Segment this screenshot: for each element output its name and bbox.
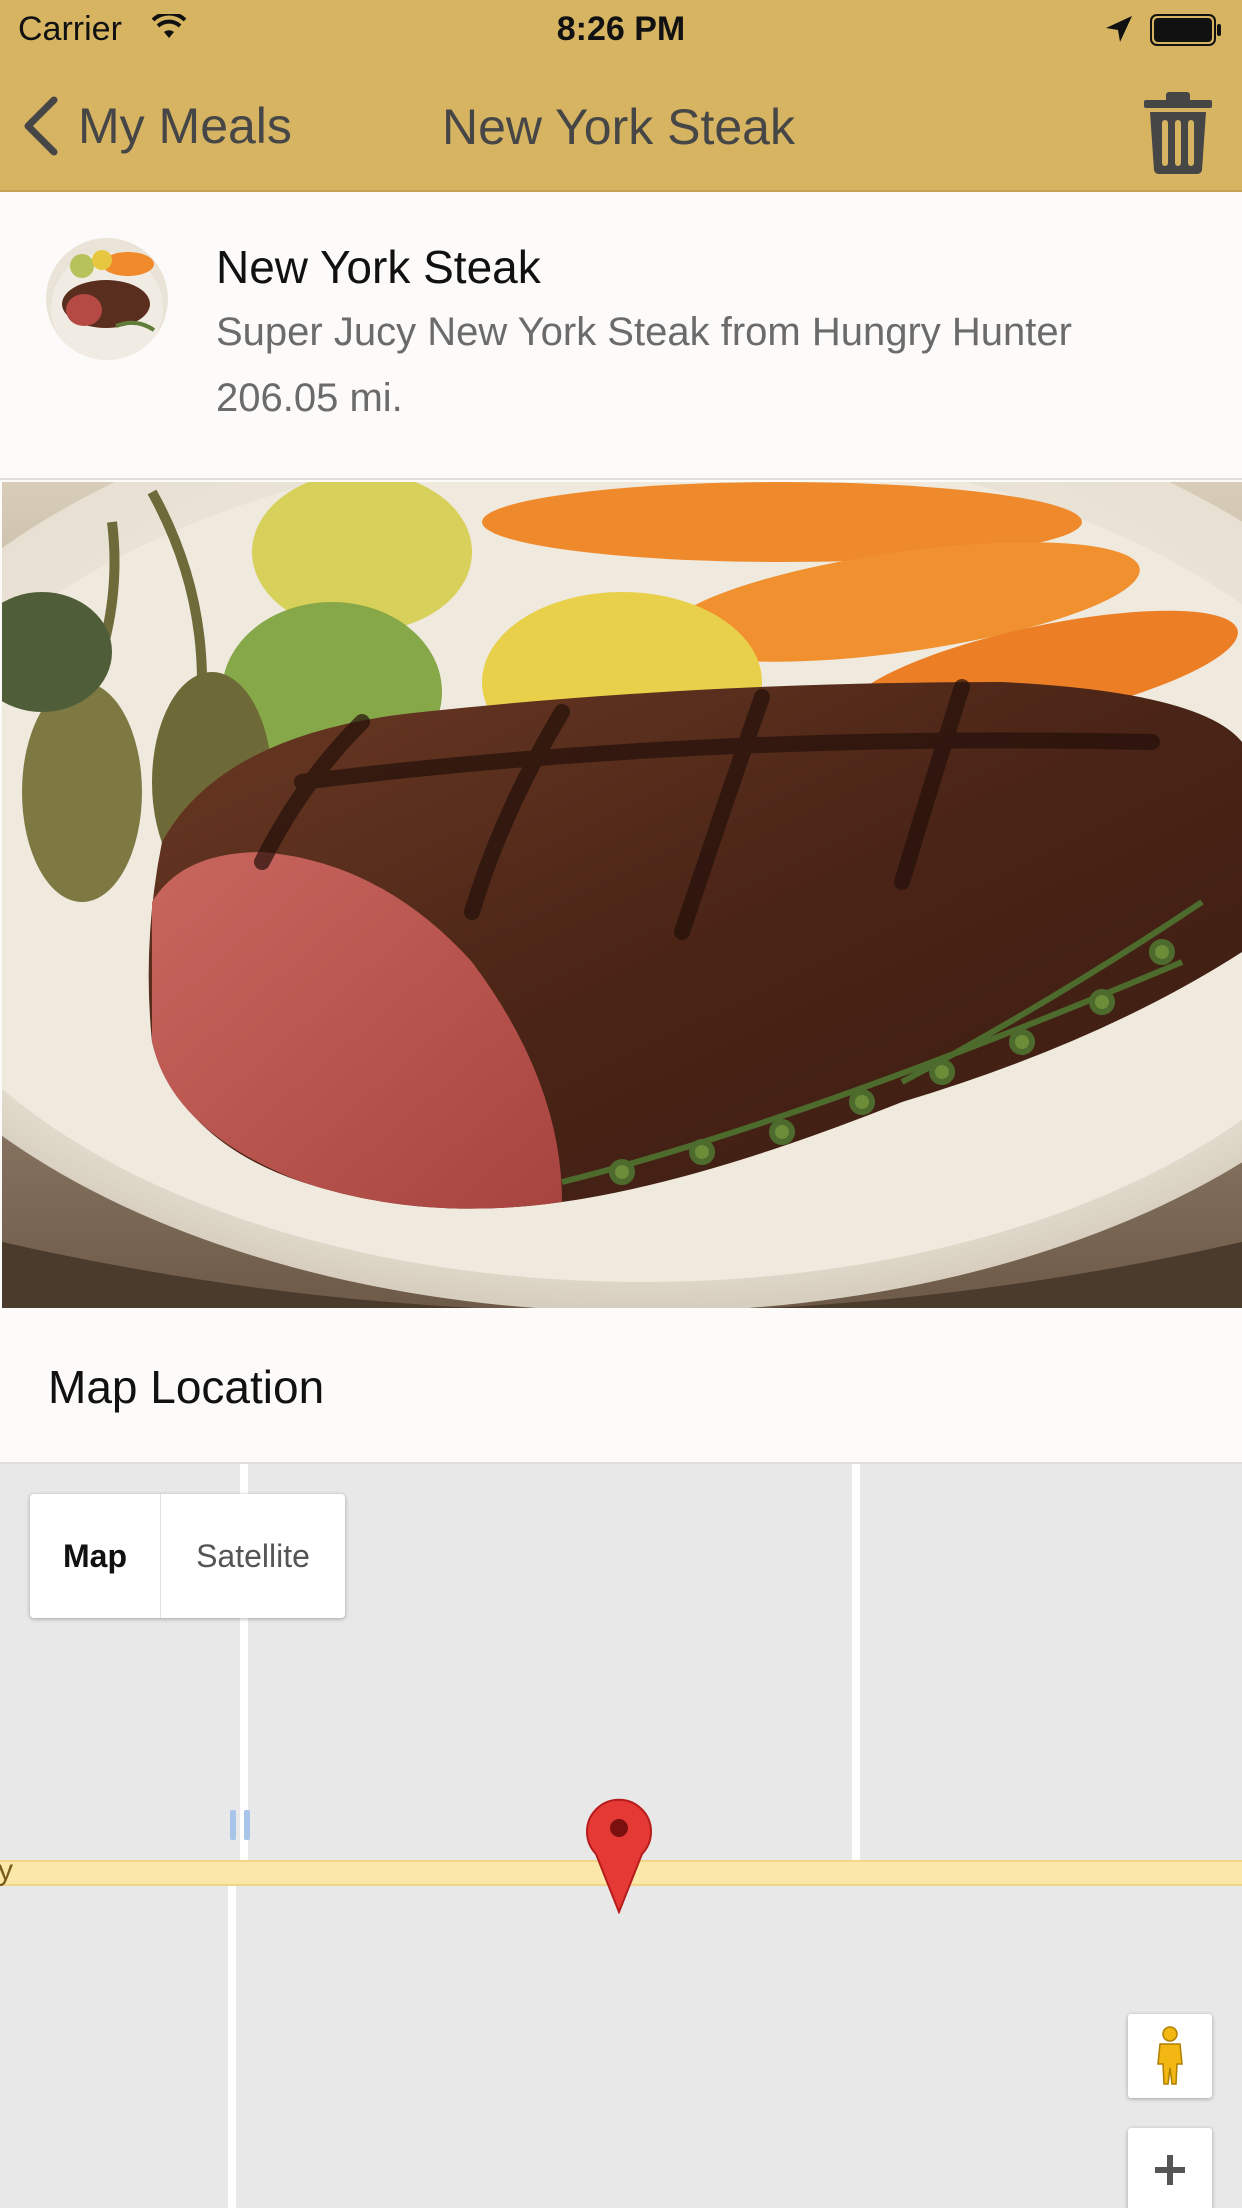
- location-pin-icon[interactable]: [584, 1794, 654, 1914]
- plus-icon: [1155, 2155, 1185, 2185]
- map-type-control: Map Satellite: [30, 1494, 345, 1618]
- status-bar: Carrier 8:26 PM: [0, 0, 1242, 62]
- street-view-pegman-button[interactable]: [1128, 2014, 1212, 2098]
- navigation-header: Carrier 8:26 PM My Meals New York Steak: [0, 0, 1242, 192]
- back-button[interactable]: My Meals: [20, 96, 292, 156]
- meal-distance: 206.05 mi.: [216, 376, 403, 420]
- map-view[interactable]: y Map Satellite: [0, 1464, 1242, 2208]
- pegman-icon: [1157, 2026, 1183, 2085]
- page-title: New York Steak: [442, 99, 795, 155]
- battery-icon: [1150, 14, 1221, 46]
- map-type-map-button[interactable]: Map: [30, 1494, 161, 1618]
- meal-description: Super Jucy New York Steak from Hungry Hu…: [216, 310, 1072, 354]
- location-arrow-icon: [1106, 16, 1132, 42]
- meal-title: New York Steak: [216, 241, 541, 293]
- map-type-satellite-button[interactable]: Satellite: [161, 1494, 345, 1618]
- map-location-label: Map Location: [48, 1361, 325, 1413]
- chevron-left-icon: [24, 96, 58, 156]
- trash-icon[interactable]: [1142, 90, 1214, 174]
- zoom-in-button[interactable]: [1128, 2128, 1212, 2208]
- map-location-header: Map Location: [0, 1310, 1242, 1464]
- nav-bar: My Meals New York Steak: [0, 62, 1242, 190]
- back-button-label: My Meals: [78, 98, 292, 154]
- road-label: y: [0, 1854, 13, 1887]
- meal-photo: [2, 482, 1242, 1308]
- clock: 8:26 PM: [556, 10, 686, 48]
- meal-summary: New York Steak Super Jucy New York Steak…: [0, 192, 1242, 480]
- meal-thumbnail: [46, 238, 168, 360]
